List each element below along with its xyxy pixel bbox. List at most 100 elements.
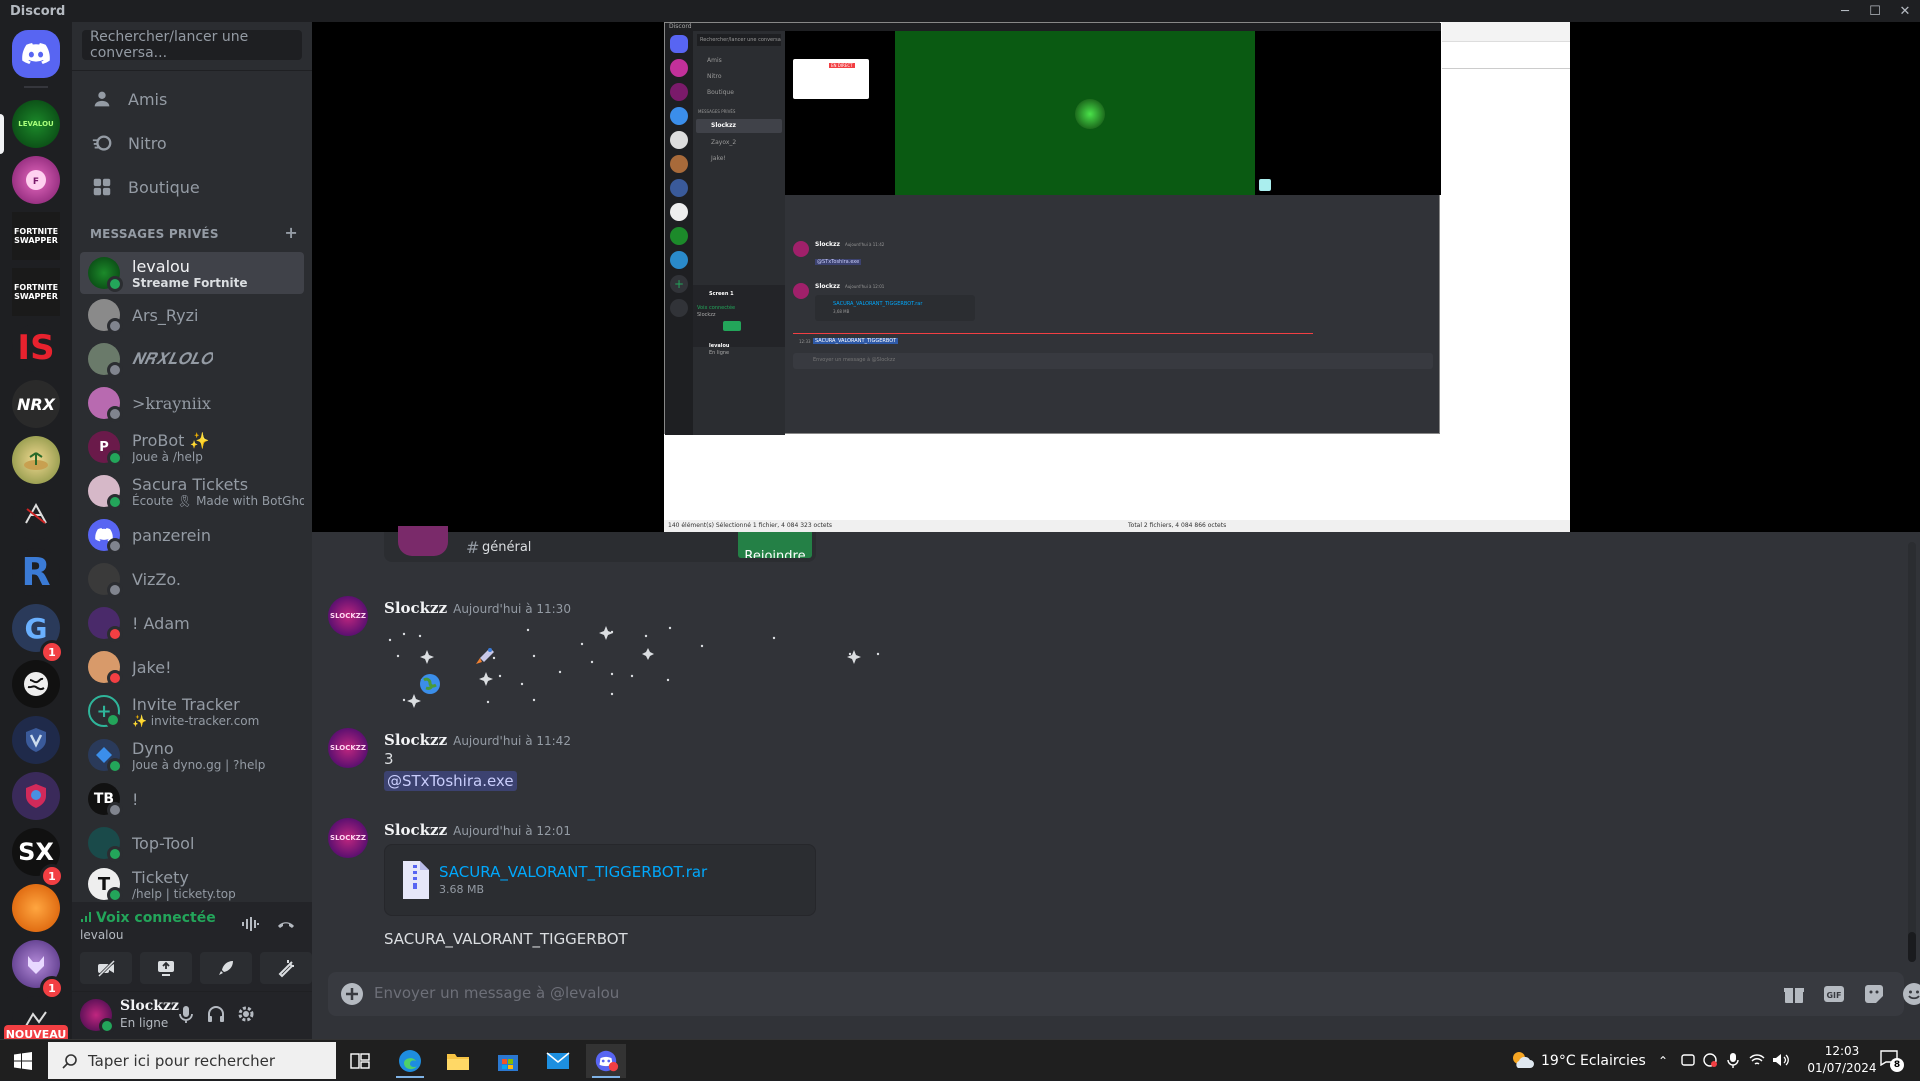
weather-desc[interactable]: Eclaircies <box>1580 1040 1646 1081</box>
message-avatar[interactable]: SLOCKZZ <box>328 728 368 768</box>
server-fortnite-swapper-1[interactable]: FORTNITE SWAPPER <box>12 212 60 260</box>
maximize-button[interactable]: ☐ <box>1860 0 1890 22</box>
server-levalou[interactable]: LEVALOU <box>12 100 60 148</box>
statusbar-left: 140 élément(s) Sélectionné 1 fichier, 4 … <box>668 522 833 529</box>
server-fortnite-swapper-2[interactable]: FORTNITE SWAPPER <box>12 268 60 316</box>
camera-off-icon <box>97 959 116 978</box>
add-attachment-icon[interactable] <box>340 982 364 1006</box>
server-r[interactable]: R <box>12 548 60 596</box>
dm-sacura-tickets[interactable]: Sacura Tickets Écoute 🎗 Made with BotGho.… <box>80 470 304 512</box>
dm-jake[interactable]: Jake! <box>80 646 304 688</box>
dm-dyno[interactable]: Dyno Joue à dyno.gg | ?help <box>80 734 304 776</box>
message-author[interactable]: Slockzz <box>384 821 447 839</box>
message-avatar[interactable]: SLOCKZZ <box>328 596 368 636</box>
search-input[interactable]: Rechercher/lancer une conversa... <box>82 29 302 61</box>
dm-ars-ryzi[interactable]: Ars_Ryzi <box>80 294 304 336</box>
server-v[interactable] <box>12 716 60 764</box>
notification-center-button[interactable]: 8 <box>1880 1050 1904 1072</box>
soundboard-button[interactable] <box>260 952 312 984</box>
close-button[interactable]: ✕ <box>1890 0 1920 22</box>
taskbar-discord[interactable] <box>586 1044 626 1078</box>
user-mention[interactable]: @STxToshira.exe <box>384 771 517 791</box>
stream-viewer[interactable]: 140 élément(s) Sélectionné 1 fichier, 4 … <box>312 22 1920 532</box>
weather-temp[interactable]: 19°C <box>1541 1040 1576 1081</box>
minimize-button[interactable]: ─ <box>1830 0 1860 22</box>
sticker-icon[interactable] <box>1862 982 1886 1006</box>
taskbar-store[interactable] <box>488 1044 528 1078</box>
server-shield[interactable] <box>12 772 60 820</box>
screen-share-button[interactable] <box>140 952 192 984</box>
chat-scrollbar-track[interactable] <box>1908 542 1916 962</box>
gif-icon[interactable]: GIF <box>1822 982 1846 1006</box>
server-globe[interactable] <box>12 660 60 708</box>
dm-invite-tracker[interactable]: + Invite Tracker ✨ invite-tracker.com <box>80 690 304 732</box>
discord-home-button[interactable] <box>12 30 60 78</box>
dm-vizzo[interactable]: VizZo. <box>80 558 304 600</box>
user-avatar[interactable] <box>80 999 115 1034</box>
camera-off-button[interactable] <box>80 952 132 984</box>
dm-panzerein[interactable]: panzerein <box>80 514 304 556</box>
server-orange[interactable] <box>12 884 60 932</box>
taskbar-mail[interactable] <box>538 1044 578 1078</box>
nav-nitro[interactable]: Nitro <box>80 122 304 164</box>
dm-top-tool[interactable]: Top-Tool <box>80 822 304 864</box>
taskbar-search[interactable]: Taper ici pour rechercher <box>48 1042 336 1079</box>
invite-channel-name: général <box>482 540 532 555</box>
join-button[interactable]: Rejoindre <box>738 532 812 558</box>
server-ttc[interactable] <box>12 492 60 540</box>
taskbar-clock[interactable]: 12:03 01/07/2024 <box>1806 1043 1878 1079</box>
stars-ascii-art <box>388 626 880 708</box>
mini-msg-author: Slockzz <box>815 241 841 248</box>
settings-gear-icon[interactable] <box>236 1004 256 1024</box>
emoji-icon[interactable] <box>1902 982 1920 1006</box>
status-dnd-icon <box>107 626 123 642</box>
tray-app-icon[interactable] <box>1680 1052 1696 1068</box>
disconnect-icon[interactable] <box>276 914 296 934</box>
server-nrx[interactable]: NRX <box>12 380 60 428</box>
wifi-icon[interactable] <box>1748 1052 1766 1068</box>
nav-boutique[interactable]: Boutique <box>80 166 304 208</box>
taskbar-edge[interactable] <box>390 1044 430 1078</box>
gift-icon[interactable] <box>1782 982 1806 1006</box>
discord-tray-icon[interactable] <box>1702 1052 1718 1068</box>
mini-nav-nitro: Nitro <box>707 73 722 80</box>
status-online-icon <box>107 450 123 466</box>
mini-chat: Slockzz Aujourd'hui à 11:42 @STxToshira.… <box>785 195 1441 427</box>
server-is[interactable]: IS <box>12 324 60 372</box>
taskbar-file-explorer[interactable] <box>438 1044 478 1078</box>
message-author[interactable]: Slockzz <box>384 599 447 617</box>
weather-icon[interactable] <box>1510 1048 1534 1072</box>
tray-chevron-up-icon[interactable]: ⌃ <box>1658 1040 1668 1081</box>
dm-tickety[interactable]: T Tickety/help | tickety.top <box>80 866 304 902</box>
new-dm-plus-icon[interactable]: + <box>284 225 298 241</box>
nav-amis[interactable]: Amis <box>80 78 304 120</box>
clock-time: 12:03 <box>1824 1044 1860 1058</box>
dm-tb[interactable]: TB ! <box>80 778 304 820</box>
dm-probot[interactable]: P ProBot ✨ Joue à /help <box>80 426 304 468</box>
file-name-link[interactable]: SACURA_VALORANT_TIGGERBOT.rar <box>439 863 707 881</box>
noise-suppression-icon[interactable] <box>240 914 260 934</box>
dm-adam[interactable]: ! Adam <box>80 602 304 644</box>
server-fidelity[interactable]: F <box>12 156 60 204</box>
dm-levalou[interactable]: levalou Streame Fortnite <box>80 252 304 294</box>
chat-scrollbar-thumb[interactable] <box>1908 932 1916 962</box>
dm-krayniix[interactable]: >krayniix <box>80 382 304 424</box>
server-paradise[interactable] <box>12 436 60 484</box>
mini-msg-time: Aujourd'hui à 11:42 <box>845 242 885 247</box>
message-avatar[interactable]: SLOCKZZ <box>328 818 368 858</box>
avatar <box>88 651 123 686</box>
avatar <box>88 475 123 510</box>
status-online-icon <box>107 887 123 902</box>
microphone-icon[interactable] <box>176 1004 196 1024</box>
microphone-tray-icon[interactable] <box>1726 1052 1740 1068</box>
volume-icon[interactable] <box>1772 1052 1790 1068</box>
mini-server-rail: + <box>665 31 693 435</box>
windows-start-icon[interactable] <box>14 1052 32 1070</box>
message-composer[interactable]: Envoyer un message à @levalou GIF <box>328 972 1920 1016</box>
message-input[interactable]: Envoyer un message à @levalou <box>374 984 619 1002</box>
task-view-button[interactable] <box>340 1044 380 1078</box>
headphones-icon[interactable] <box>206 1004 226 1024</box>
activity-button[interactable] <box>200 952 252 984</box>
dm-nrxlolo[interactable]: 𝑵𝑹𝑿𝑳𝑶𝑳𝑶 <box>80 338 304 380</box>
message-author[interactable]: Slockzz <box>384 731 447 749</box>
